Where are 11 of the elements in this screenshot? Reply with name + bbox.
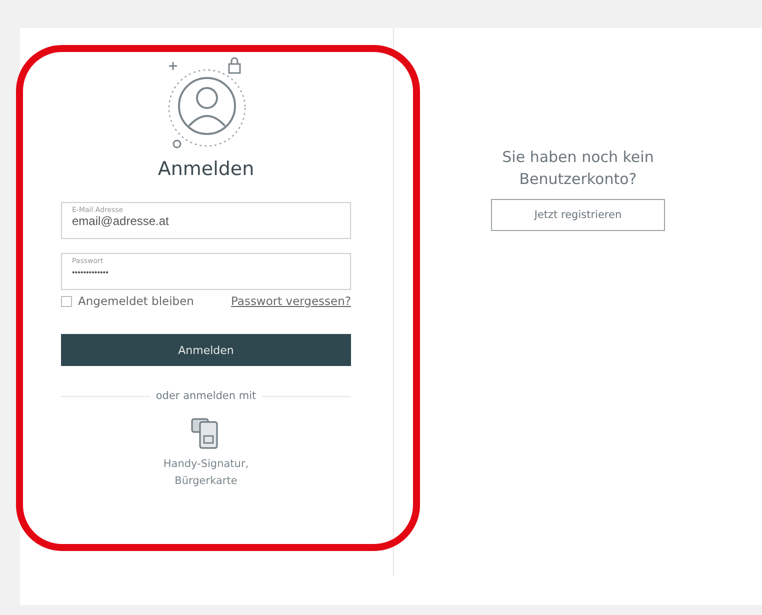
field-value: email@adresse.at <box>72 214 169 228</box>
masked-password: ••••••••••••• <box>72 268 108 277</box>
no-account-text: Sie haben noch kein Benutzerkonto? <box>501 147 655 190</box>
divider-text: oder anmelden mit <box>156 390 256 402</box>
login-heading: Anmelden <box>158 158 254 180</box>
remember-label: Angemeldet bleiben <box>78 294 194 308</box>
login-button[interactable]: Anmelden <box>61 334 351 366</box>
register-button[interactable]: Jetzt registrieren <box>491 199 665 231</box>
forgot-password-link[interactable]: Passwort vergessen? <box>230 294 351 308</box>
mobile-signature-link[interactable]: Handy-Signatur, Bürgerkarte <box>141 456 271 490</box>
remember-checkbox[interactable] <box>61 296 72 306</box>
